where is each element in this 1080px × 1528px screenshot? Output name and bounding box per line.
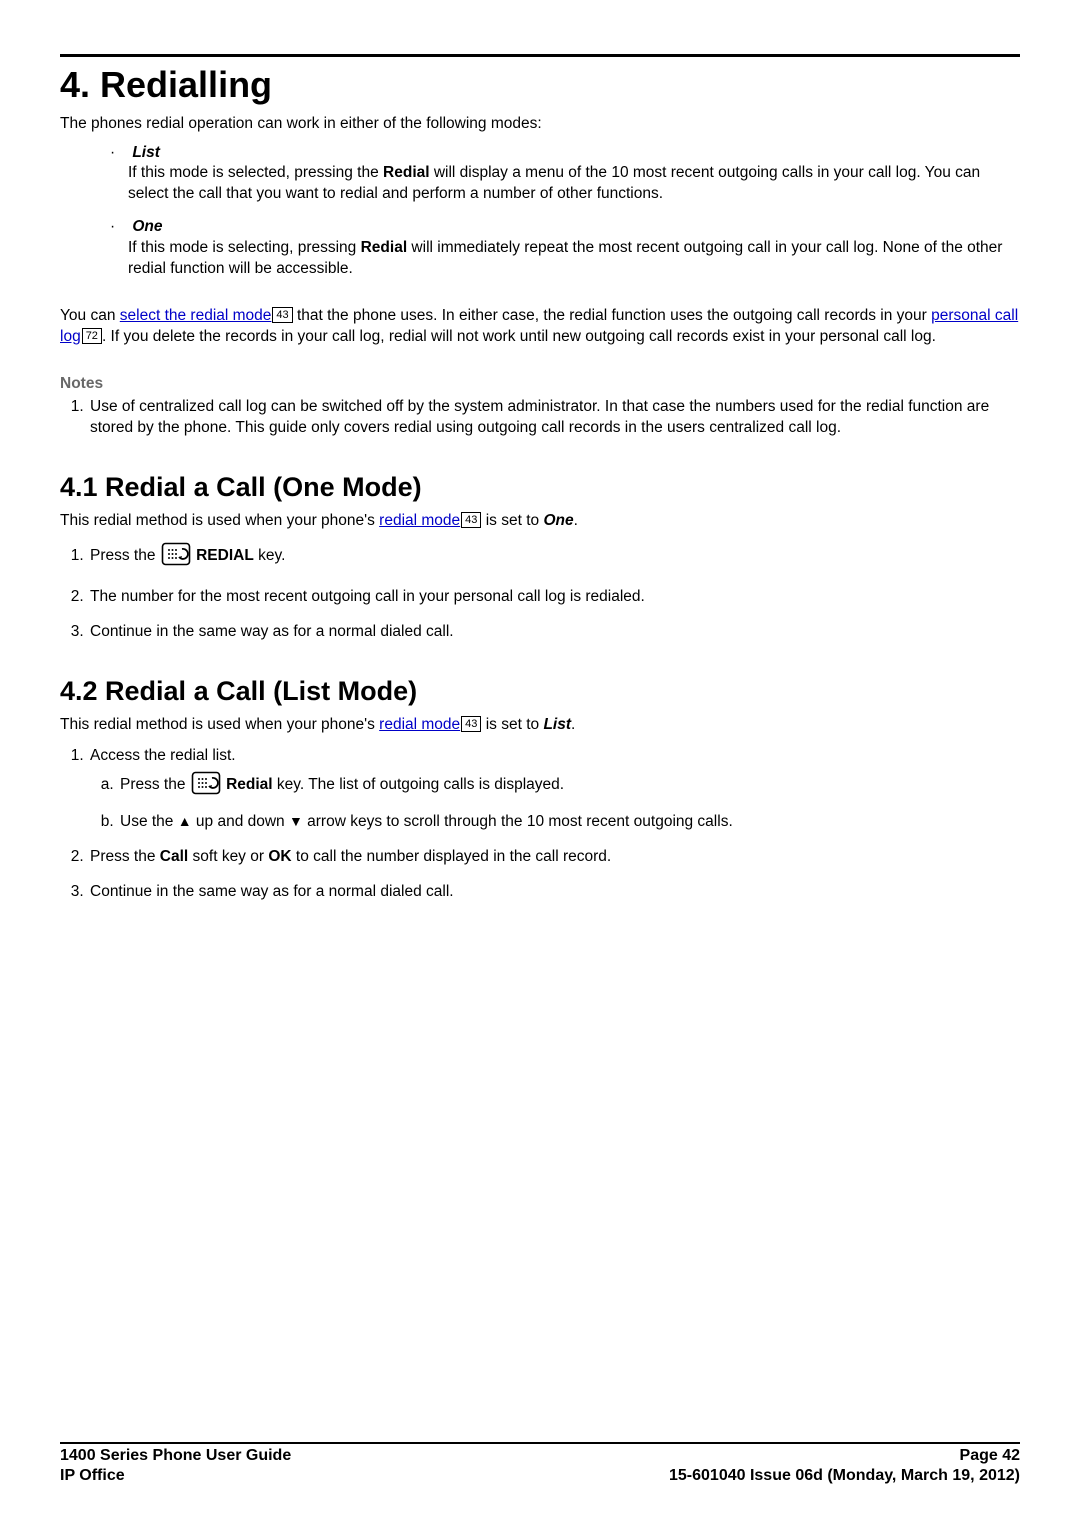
mode-list: List [543, 716, 571, 733]
pageref[interactable]: 43 [461, 716, 481, 732]
redial-key-icon [191, 771, 221, 802]
redial-bold: Redial [383, 164, 430, 181]
footer-right-1: Page 42 [960, 1446, 1020, 1466]
text: This redial method is used when your pho… [60, 716, 379, 733]
step-2: The number for the most recent outgoing … [88, 587, 1020, 608]
bullet-list-head: List [132, 144, 160, 161]
bullet-one-body: If this mode is selecting, pressing Redi… [128, 238, 1020, 280]
text: is set to [481, 512, 543, 529]
text: that the phone uses. In either case, the… [293, 307, 931, 324]
text: Press the [90, 547, 160, 564]
down-arrow-icon: ▼ [289, 813, 303, 829]
page-footer: 1400 Series Phone User Guide Page 42 IP … [60, 1442, 1020, 1486]
ok-key: OK [268, 848, 291, 865]
bullet-one-head: One [132, 218, 162, 235]
mode-one: One [543, 512, 573, 529]
bullet-dot: · [110, 143, 128, 164]
footer-rule [60, 1442, 1020, 1444]
step-3: Continue in the same way as for a normal… [88, 622, 1020, 643]
redial-key-icon [161, 542, 191, 573]
section-4-1-title: 4.1 Redial a Call (One Mode) [60, 469, 1020, 505]
section-4-1-steps: Press the REDIAL key. The number for the… [88, 542, 1020, 643]
pageref[interactable]: 43 [461, 512, 481, 528]
text: Use the [120, 813, 178, 830]
redial-key-label: Redial [226, 776, 273, 793]
text: . If you delete the records in your call… [102, 328, 936, 345]
pageref[interactable]: 43 [272, 307, 292, 323]
notes-list: Use of centralized call log can be switc… [88, 397, 1020, 439]
text: Press the [90, 848, 160, 865]
link-redial-mode[interactable]: redial mode [379, 512, 460, 529]
text: key. The list of outgoing calls is displ… [273, 776, 565, 793]
bullet-dot: · [110, 217, 128, 238]
call-softkey: Call [160, 848, 188, 865]
step-3: Continue in the same way as for a normal… [88, 882, 1020, 903]
step-1: Press the REDIAL key. [88, 542, 1020, 573]
text: You can [60, 307, 120, 324]
text: . [574, 512, 578, 529]
text: is set to [481, 716, 543, 733]
step-2: Press the Call soft key or OK to call th… [88, 847, 1020, 868]
link-select-redial-mode[interactable]: select the redial mode [120, 307, 272, 324]
footer-left-2: IP Office [60, 1466, 125, 1486]
text: key. [254, 547, 286, 564]
section-4-2-title: 4.2 Redial a Call (List Mode) [60, 673, 1020, 709]
section-4-2-steps: Access the redial list. Press the [88, 746, 1020, 903]
bullet-list-body: If this mode is selected, pressing the R… [128, 163, 1020, 205]
step-1a: Press the Redi [118, 771, 1020, 802]
footer-left-1: 1400 Series Phone User Guide [60, 1446, 291, 1466]
up-arrow-icon: ▲ [178, 813, 192, 829]
bullet-one: · One [110, 217, 1020, 238]
text: up and down [192, 813, 289, 830]
section-4-1-intro: This redial method is used when your pho… [60, 511, 1020, 532]
top-rule [60, 54, 1020, 57]
text: Press the [120, 776, 190, 793]
text: . [571, 716, 575, 733]
step-1b: Use the ▲ up and down ▼ arrow keys to sc… [118, 812, 1020, 833]
crossref-paragraph: You can select the redial mode43 that th… [60, 306, 1020, 348]
text: to call the number displayed in the call… [292, 848, 612, 865]
text: This redial method is used when your pho… [60, 512, 379, 529]
step-1-substeps: Press the Redi [118, 771, 1020, 833]
text: If this mode is selecting, pressing [128, 239, 361, 256]
step-1: Access the redial list. Press the [88, 746, 1020, 833]
notes-heading: Notes [60, 374, 1020, 395]
section-4-2-intro: This redial method is used when your pho… [60, 715, 1020, 736]
text: soft key or [188, 848, 268, 865]
link-redial-mode[interactable]: redial mode [379, 716, 460, 733]
intro-text: The phones redial operation can work in … [60, 114, 1020, 135]
redial-bold: Redial [361, 239, 408, 256]
note-item: Use of centralized call log can be switc… [88, 397, 1020, 439]
text: arrow keys to scroll through the 10 most… [303, 813, 733, 830]
text: If this mode is selected, pressing the [128, 164, 383, 181]
text: Access the redial list. [90, 747, 236, 764]
chapter-title: 4. Redialling [60, 61, 1020, 110]
bullet-list: · List [110, 143, 1020, 164]
footer-right-2: 15-601040 Issue 06d (Monday, March 19, 2… [669, 1466, 1020, 1486]
pageref[interactable]: 72 [82, 328, 102, 344]
redial-key-label: REDIAL [196, 547, 254, 564]
